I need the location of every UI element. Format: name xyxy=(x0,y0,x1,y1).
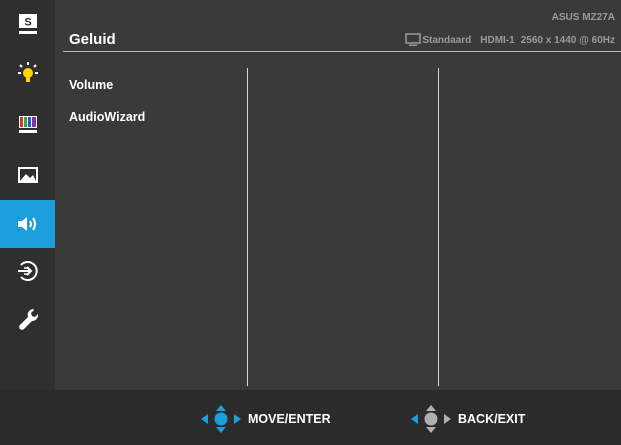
back-exit-hint: BACK/EXIT xyxy=(410,404,525,434)
page-title: Geluid xyxy=(69,31,116,48)
column-divider xyxy=(438,68,439,386)
menu-item-label: AudioWizard xyxy=(69,110,146,124)
sidebar: S xyxy=(0,0,55,445)
image-icon xyxy=(17,167,38,183)
header-divider xyxy=(63,51,621,52)
resolution-value: 2560 x 1440 @ 60Hz xyxy=(520,34,615,46)
input-arrow-icon xyxy=(17,261,38,281)
model-name: ASUS MZ27A xyxy=(551,12,615,23)
speaker-icon xyxy=(17,217,36,231)
wrench-icon xyxy=(18,309,38,330)
menu-item-audiowizard[interactable]: AudioWizard xyxy=(69,110,145,124)
navigation-hint-bar: MOVE/ENTER BACK/EXIT xyxy=(0,390,621,445)
sidebar-item-color[interactable] xyxy=(0,100,55,148)
sidebar-item-system-setup[interactable] xyxy=(0,295,55,343)
mode-value: Standaard xyxy=(422,34,472,46)
sidebar-item-blue-light-filter[interactable] xyxy=(0,50,55,98)
move-enter-label: MOVE/ENTER xyxy=(248,412,331,426)
sidebar-item-image[interactable] xyxy=(0,151,55,199)
move-enter-hint: MOVE/ENTER xyxy=(200,404,331,434)
osd-panel: Geluid ASUS MZ27A Standaard HDMI-1 2560 … xyxy=(55,0,621,390)
five-way-joystick-icon xyxy=(201,405,241,433)
color-bars-icon xyxy=(18,116,37,133)
sidebar-item-splendid[interactable]: S xyxy=(0,0,55,48)
monitor-icon xyxy=(405,33,422,46)
back-exit-label: BACK/EXIT xyxy=(458,412,526,426)
sidebar-item-sound[interactable] xyxy=(0,200,55,248)
menu-item-volume[interactable]: Volume xyxy=(69,78,113,92)
osd-window: S Geluid ASUS MZ27A Standaard HDMI-1 256… xyxy=(0,0,621,445)
menu-item-label: Volume xyxy=(69,78,114,92)
sidebar-item-input-select[interactable] xyxy=(0,247,55,295)
svg-text:S: S xyxy=(24,17,31,29)
input-value: HDMI-1 xyxy=(480,34,515,46)
joystick-left-icon xyxy=(411,405,451,433)
column-divider xyxy=(247,68,248,386)
brightness-icon xyxy=(17,62,38,82)
splendid-s-icon: S xyxy=(18,14,37,34)
status-bar: Standaard HDMI-1 2560 x 1440 @ 60Hz xyxy=(405,33,615,47)
